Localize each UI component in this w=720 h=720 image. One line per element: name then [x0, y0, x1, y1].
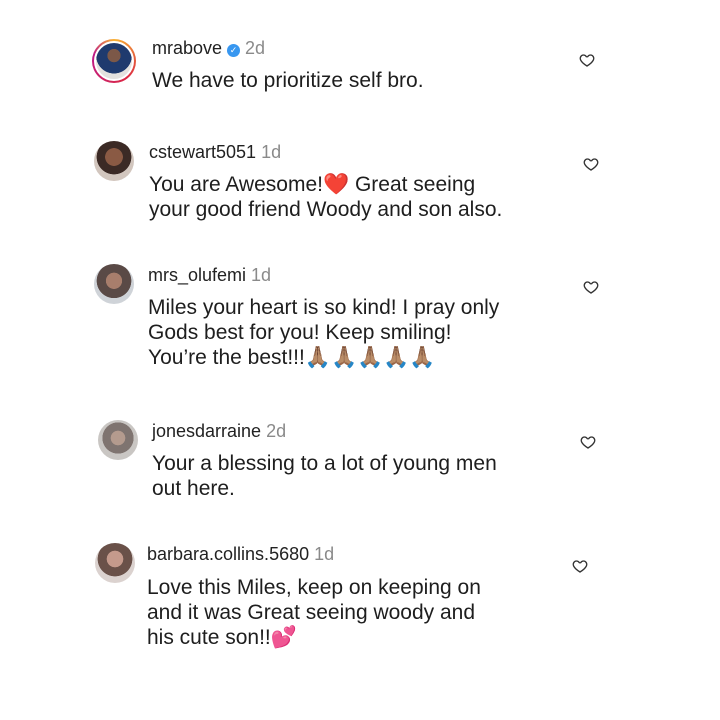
- comment-header: jonesdarraine 2d: [152, 420, 286, 442]
- comment-text: Love this Miles, keep on keeping on and …: [147, 576, 481, 649]
- comment-header: mrs_olufemi 1d: [148, 264, 271, 286]
- comment-time[interactable]: 1d: [261, 142, 281, 162]
- comment-text: Your a blessing to a lot of young men ou…: [152, 452, 497, 500]
- heart-outline-icon[interactable]: [583, 156, 599, 172]
- comment-text: We have to prioritize self bro.: [152, 69, 424, 92]
- avatar[interactable]: [92, 39, 136, 83]
- comment-time[interactable]: 1d: [251, 265, 271, 285]
- avatar[interactable]: [95, 543, 135, 583]
- username[interactable]: mrabove: [152, 38, 222, 58]
- comment-header: mrabove ✓ 2d: [152, 37, 265, 59]
- heart-outline-icon[interactable]: [580, 434, 596, 450]
- username[interactable]: cstewart5051: [149, 142, 256, 162]
- heart-outline-icon[interactable]: [572, 558, 588, 574]
- comment-header: cstewart5051 1d: [149, 141, 281, 163]
- comment-time[interactable]: 1d: [314, 544, 334, 564]
- heart-outline-icon[interactable]: [579, 52, 595, 68]
- avatar[interactable]: [94, 264, 134, 304]
- avatar-image: [94, 41, 134, 81]
- username[interactable]: mrs_olufemi: [148, 265, 246, 285]
- comment-header: barbara.collins.5680 1d: [147, 543, 334, 565]
- username[interactable]: jonesdarraine: [152, 421, 261, 441]
- comment-time[interactable]: 2d: [266, 421, 286, 441]
- heart-outline-icon[interactable]: [583, 279, 599, 295]
- comment-text: Miles your heart is so kind! I pray only…: [148, 296, 500, 369]
- verified-badge-icon: ✓: [227, 44, 241, 57]
- avatar[interactable]: [94, 141, 134, 181]
- comment-text: You are Awesome!❤️ Great seeing your goo…: [149, 173, 503, 221]
- comment-time[interactable]: 2d: [245, 38, 265, 58]
- username[interactable]: barbara.collins.5680: [147, 544, 309, 564]
- avatar[interactable]: [98, 420, 138, 460]
